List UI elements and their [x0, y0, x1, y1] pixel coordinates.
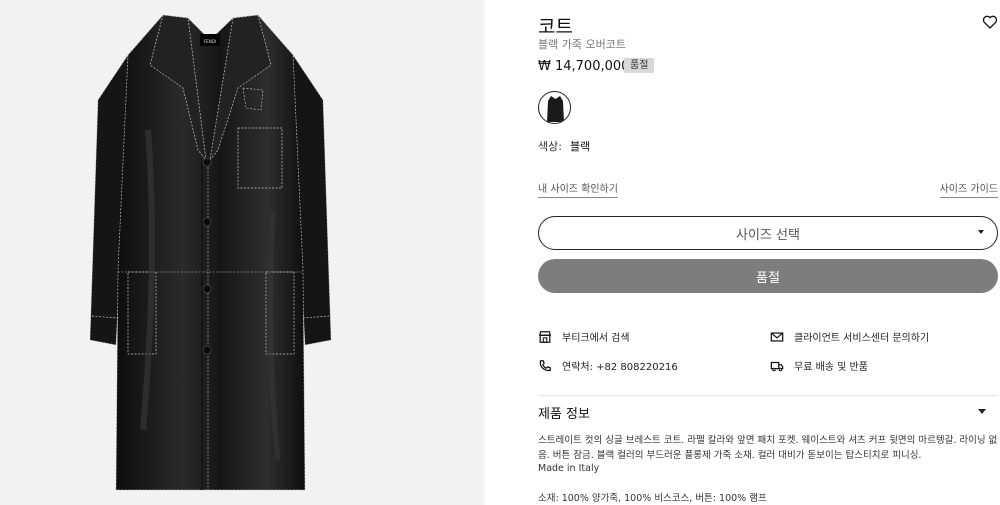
color-value: 블랙: [569, 140, 591, 153]
service-label: 부티크에서 검색: [562, 333, 630, 344]
size-guide-link[interactable]: 사이즈 가이드: [939, 180, 998, 198]
material-composition: 소재: 100% 양가죽, 100% 비스코스, 버튼: 100% 램프: [538, 493, 767, 504]
free-shipping-link[interactable]: 무료 배송 및 반품: [770, 358, 868, 373]
product-price: ₩ 14,700,000: [538, 59, 630, 74]
product-details-panel: 코트 블랙 가죽 오버코트 ₩ 14,700,000 품절 색상: 블랙 내 사이…: [538, 0, 998, 505]
divider: [538, 395, 998, 396]
sold-out-badge: 품절: [624, 58, 655, 73]
store-icon: [538, 330, 552, 343]
service-label: 연락처: +82 808220216: [562, 362, 678, 373]
mail-icon: [770, 331, 784, 342]
product-subtitle: 블랙 가죽 오버코트: [538, 38, 626, 51]
my-size-link[interactable]: 내 사이즈 확인하기: [538, 180, 618, 198]
product-info-accordion[interactable]: 제품 정보: [538, 403, 998, 422]
made-in: Made in Italy: [538, 463, 600, 474]
find-in-boutique-link[interactable]: 부티크에서 검색: [538, 329, 630, 344]
color-swatch[interactable]: [538, 91, 571, 124]
contact-phone-link[interactable]: 연락처: +82 808220216: [538, 358, 678, 373]
color-row: 색상: 블랙: [538, 138, 590, 154]
color-label: 색상:: [538, 140, 562, 153]
product-title: 코트: [538, 16, 573, 38]
svg-text:FENDI: FENDI: [204, 39, 216, 44]
product-description: 스트레이트 컷의 싱글 브레스트 코트. 라펠 칼라와 앞면 패치 포켓. 웨이…: [538, 435, 998, 461]
product-info-heading: 제품 정보: [538, 407, 590, 422]
coat-product-image[interactable]: FENDI: [88, 10, 333, 495]
service-label: 클라이언트 서비스센터 문의하기: [794, 333, 930, 344]
phone-icon: [539, 359, 551, 371]
caret-down-icon: [978, 409, 986, 414]
delivery-icon: [770, 361, 784, 371]
client-service-link[interactable]: 클라이언트 서비스센터 문의하기: [770, 329, 929, 344]
chevron-down-icon: [978, 230, 984, 234]
service-label: 무료 배송 및 반품: [794, 362, 868, 373]
product-image-panel: FENDI: [0, 0, 485, 505]
sold-out-button[interactable]: 품절: [538, 259, 998, 293]
size-select[interactable]: 사이즈 선택: [538, 216, 998, 250]
heart-icon[interactable]: [982, 14, 998, 30]
size-select-label: 사이즈 선택: [736, 227, 800, 243]
